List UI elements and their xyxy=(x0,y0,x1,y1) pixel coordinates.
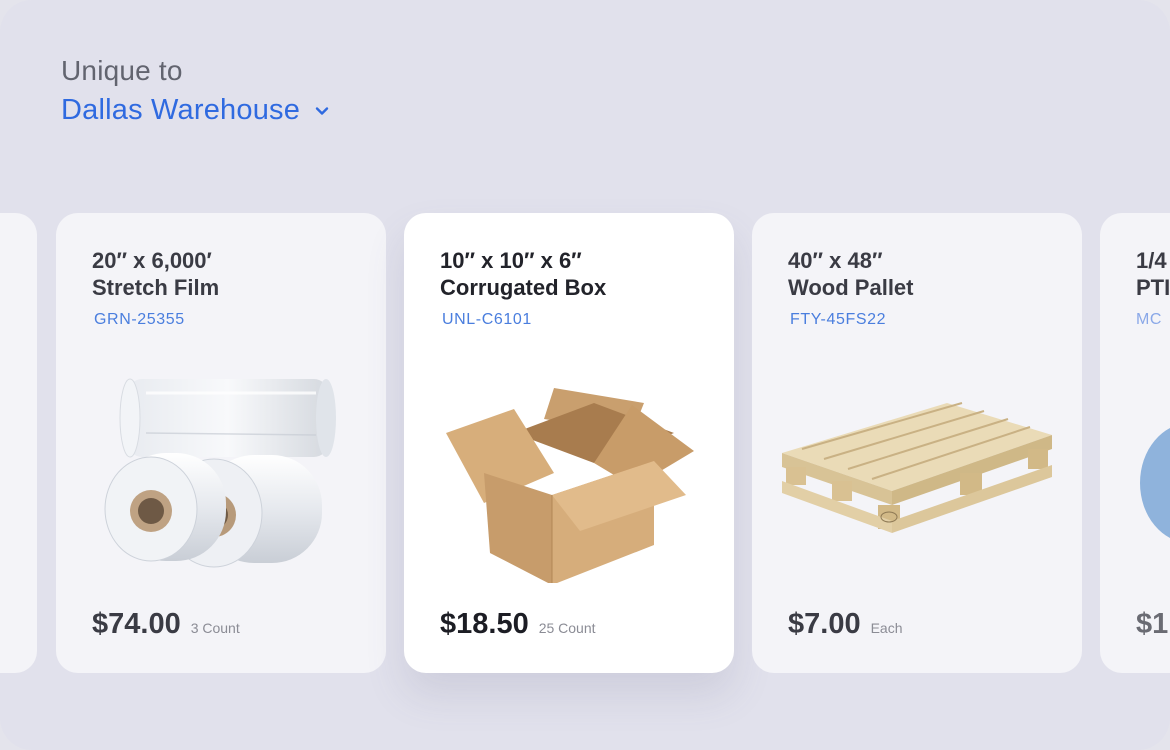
stretch-film-image xyxy=(104,378,336,568)
product-title-line2: Stretch Film xyxy=(92,275,220,300)
chevron-down-icon[interactable] xyxy=(314,103,330,119)
product-title-line1: 1/4 xyxy=(1136,248,1167,273)
product-card-corrugated-box[interactable]: 10″ x 10″ x 6″ Corrugated Box UNL-C6101 … xyxy=(404,213,734,673)
product-sku: GRN-25355 xyxy=(94,311,185,328)
product-title-line2: Wood Pallet xyxy=(788,275,914,300)
product-card-stretch-film[interactable]: 20″ x 6,000′ Stretch Film GRN-25355 $74.… xyxy=(56,213,386,673)
product-image xyxy=(1140,423,1170,543)
location-selector[interactable]: Dallas Warehouse xyxy=(61,92,330,128)
section-kicker: Unique to xyxy=(61,55,183,86)
product-title-line2: PTI xyxy=(1136,275,1170,300)
location-name[interactable]: Dallas Warehouse xyxy=(61,92,300,128)
product-title: 1/4 PTI xyxy=(1136,247,1170,301)
product-title-line1: 10″ x 10″ x 6″ xyxy=(440,248,582,273)
product-card-partial-left[interactable] xyxy=(0,213,37,673)
product-title: 20″ x 6,000′ Stretch Film xyxy=(92,247,350,301)
product-price: $74.00 xyxy=(92,608,181,640)
product-sku: FTY-45FS22 xyxy=(790,311,887,328)
header: Unique to Dallas Warehouse xyxy=(61,54,330,128)
product-price: $18.50 xyxy=(440,608,529,640)
price-row: $74.00 3 Count xyxy=(92,608,240,641)
product-unit: 25 Count xyxy=(538,620,596,636)
product-card-partial-right[interactable]: 1/4 PTI MC $1 xyxy=(1100,213,1170,673)
product-title-line1: 20″ x 6,000′ xyxy=(92,248,212,273)
product-sku: MC xyxy=(1136,311,1163,328)
product-unit: 3 Count xyxy=(190,620,240,636)
price-row: $7.00 Each xyxy=(788,608,903,641)
product-price: $1 xyxy=(1136,608,1169,640)
product-title-line2: Corrugated Box xyxy=(440,275,607,300)
price-row: $18.50 25 Count xyxy=(440,608,596,641)
product-title: 40″ x 48″ Wood Pallet xyxy=(788,247,1046,301)
product-price: $7.00 xyxy=(788,608,861,640)
product-unit: Each xyxy=(870,620,903,636)
cardboard-box-image xyxy=(446,388,694,583)
wood-pallet-image xyxy=(782,402,1052,533)
product-title: 10″ x 10″ x 6″ Corrugated Box xyxy=(440,247,698,301)
product-title-line1: 40″ x 48″ xyxy=(788,248,883,273)
unique-products-panel: Unique to Dallas Warehouse 20″ x 6,000′ … xyxy=(0,0,1170,750)
product-sku: UNL-C6101 xyxy=(442,311,532,328)
product-card-wood-pallet[interactable]: 40″ x 48″ Wood Pallet FTY-45FS22 $7.00 E… xyxy=(752,213,1082,673)
